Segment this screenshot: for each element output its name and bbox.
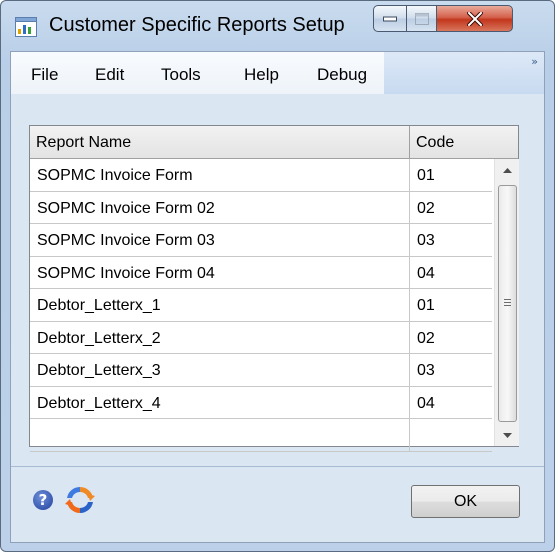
- scroll-grip-line: [504, 305, 511, 306]
- scroll-up-arrow-icon: [502, 167, 512, 173]
- report-name-cell[interactable]: Debtor_Letterx_3: [30, 354, 410, 386]
- dialog-window: Customer Specific Reports Setup File Edi…: [0, 0, 555, 552]
- minimize-icon: [383, 16, 397, 21]
- table-row[interactable]: SOPMC Invoice Form 02 02: [30, 191, 492, 224]
- ok-button[interactable]: OK: [411, 485, 520, 518]
- title-bar[interactable]: Customer Specific Reports Setup: [1, 1, 554, 51]
- report-name-cell[interactable]: SOPMC Invoice Form 02: [30, 191, 410, 224]
- scroll-up-button[interactable]: [495, 159, 519, 181]
- grid-rows: SOPMC Invoice Form 01 SOPMC Invoice Form…: [30, 159, 492, 452]
- column-header-code[interactable]: Code: [410, 126, 518, 158]
- scroll-down-button[interactable]: [495, 424, 519, 446]
- report-window-icon: [15, 17, 37, 37]
- menu-edit[interactable]: Edit: [95, 65, 124, 85]
- code-cell[interactable]: 02: [410, 322, 492, 354]
- footer-divider: [11, 466, 544, 467]
- report-name-cell[interactable]: SOPMC Invoice Form 03: [30, 224, 410, 256]
- table-row[interactable]: SOPMC Invoice Form 03 03: [30, 224, 492, 257]
- report-name-cell[interactable]: Debtor_Letterx_2: [30, 321, 410, 354]
- scroll-grip-line: [504, 299, 511, 300]
- window-title: Customer Specific Reports Setup: [49, 14, 345, 36]
- table-row[interactable]: Debtor_Letterx_2 02: [30, 321, 492, 354]
- close-button[interactable]: [437, 5, 513, 32]
- menu-file[interactable]: File: [31, 65, 58, 85]
- code-cell[interactable]: 03: [410, 354, 492, 386]
- code-cell[interactable]: [410, 419, 492, 451]
- code-cell[interactable]: 04: [410, 387, 492, 419]
- table-row[interactable]: SOPMC Invoice Form 04 04: [30, 256, 492, 289]
- menu-debug[interactable]: Debug: [317, 65, 367, 85]
- code-cell[interactable]: 04: [410, 257, 492, 289]
- report-name-cell[interactable]: [30, 419, 410, 451]
- menu-overflow-strip: »: [384, 52, 544, 94]
- refresh-icon[interactable]: [64, 484, 96, 516]
- menu-tools[interactable]: Tools: [161, 65, 201, 85]
- grid-header: Report Name Code: [30, 126, 518, 159]
- report-name-cell[interactable]: Debtor_Letterx_4: [30, 386, 410, 419]
- scroll-down-arrow-icon: [502, 432, 512, 438]
- code-cell[interactable]: 02: [410, 192, 492, 224]
- report-name-cell[interactable]: SOPMC Invoice Form: [30, 159, 410, 191]
- table-row[interactable]: Debtor_Letterx_4 04: [30, 386, 492, 419]
- close-icon: [466, 11, 483, 26]
- scroll-grip-line: [504, 302, 511, 303]
- reports-grid: Report Name Code SOPMC Invoice Form 01 S…: [29, 125, 519, 452]
- scroll-thumb[interactable]: [498, 185, 517, 422]
- code-cell[interactable]: 01: [410, 159, 492, 191]
- maximize-icon: [414, 12, 429, 25]
- column-header-report-name[interactable]: Report Name: [30, 126, 410, 158]
- code-cell[interactable]: 01: [410, 289, 492, 321]
- table-row[interactable]: SOPMC Invoice Form 01: [30, 159, 492, 192]
- dialog-client-area: File Edit Tools Help Debug » Report Name…: [10, 51, 545, 543]
- menu-overflow-chevron-icon[interactable]: »: [531, 55, 538, 68]
- table-row-empty[interactable]: [30, 419, 492, 452]
- maximize-button[interactable]: [407, 5, 437, 32]
- vertical-scrollbar[interactable]: [494, 159, 519, 446]
- code-cell[interactable]: 03: [410, 224, 492, 256]
- help-icon[interactable]: ?: [33, 490, 53, 510]
- table-row[interactable]: Debtor_Letterx_1 01: [30, 289, 492, 322]
- report-name-cell[interactable]: SOPMC Invoice Form 04: [30, 256, 410, 289]
- table-row[interactable]: Debtor_Letterx_3 03: [30, 354, 492, 387]
- caption-buttons: [373, 5, 513, 33]
- minimize-button[interactable]: [373, 5, 407, 32]
- menu-bar: File Edit Tools Help Debug »: [11, 52, 544, 94]
- report-name-cell[interactable]: Debtor_Letterx_1: [30, 289, 410, 321]
- menu-help[interactable]: Help: [244, 65, 279, 85]
